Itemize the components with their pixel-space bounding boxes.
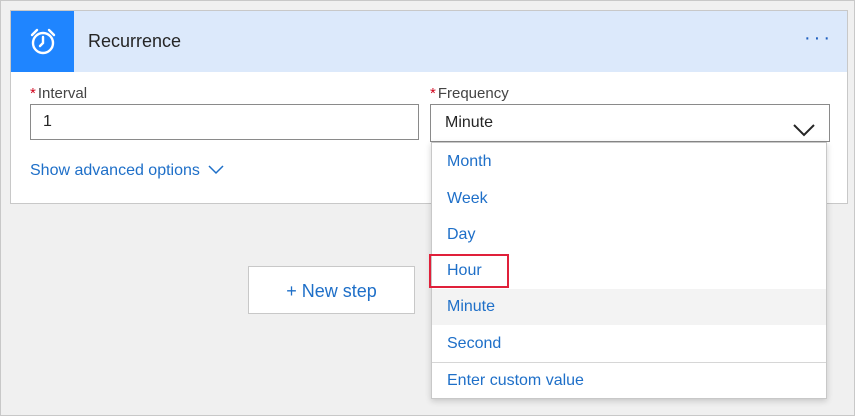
interval-label-text: Interval: [37, 85, 88, 102]
new-step-button[interactable]: + New step: [248, 266, 415, 314]
frequency-selected-value: Minute: [445, 114, 494, 131]
card-header[interactable]: Recurrence ···: [11, 11, 847, 72]
more-options-button[interactable]: ···: [804, 27, 833, 50]
interval-input[interactable]: 1: [30, 104, 419, 140]
frequency-label-text: Frequency: [437, 85, 509, 102]
frequency-option-week[interactable]: Week: [432, 181, 826, 217]
alarm-clock-icon: [11, 11, 74, 72]
hour-highlight-box: [429, 254, 509, 288]
chevron-down-icon: [208, 162, 224, 180]
frequency-label: * Frequency: [430, 85, 509, 102]
frequency-option-month[interactable]: Month: [432, 144, 826, 180]
required-mark: *: [30, 85, 36, 102]
frequency-option-second[interactable]: Second: [432, 326, 826, 362]
required-mark: *: [430, 85, 436, 102]
show-advanced-options-link[interactable]: Show advanced options: [30, 162, 224, 180]
card-title: Recurrence: [88, 31, 182, 51]
frequency-select[interactable]: Minute: [430, 104, 830, 142]
advanced-options-label: Show advanced options: [30, 162, 200, 179]
frequency-option-minute[interactable]: Minute: [432, 289, 826, 325]
app-frame: Recurrence ··· * Interval 1 * Frequency Mi…: [0, 0, 855, 416]
frequency-option-day[interactable]: Day: [432, 217, 826, 253]
enter-custom-value-option[interactable]: Enter custom value: [432, 363, 826, 399]
interval-label: * Interval: [30, 85, 87, 102]
